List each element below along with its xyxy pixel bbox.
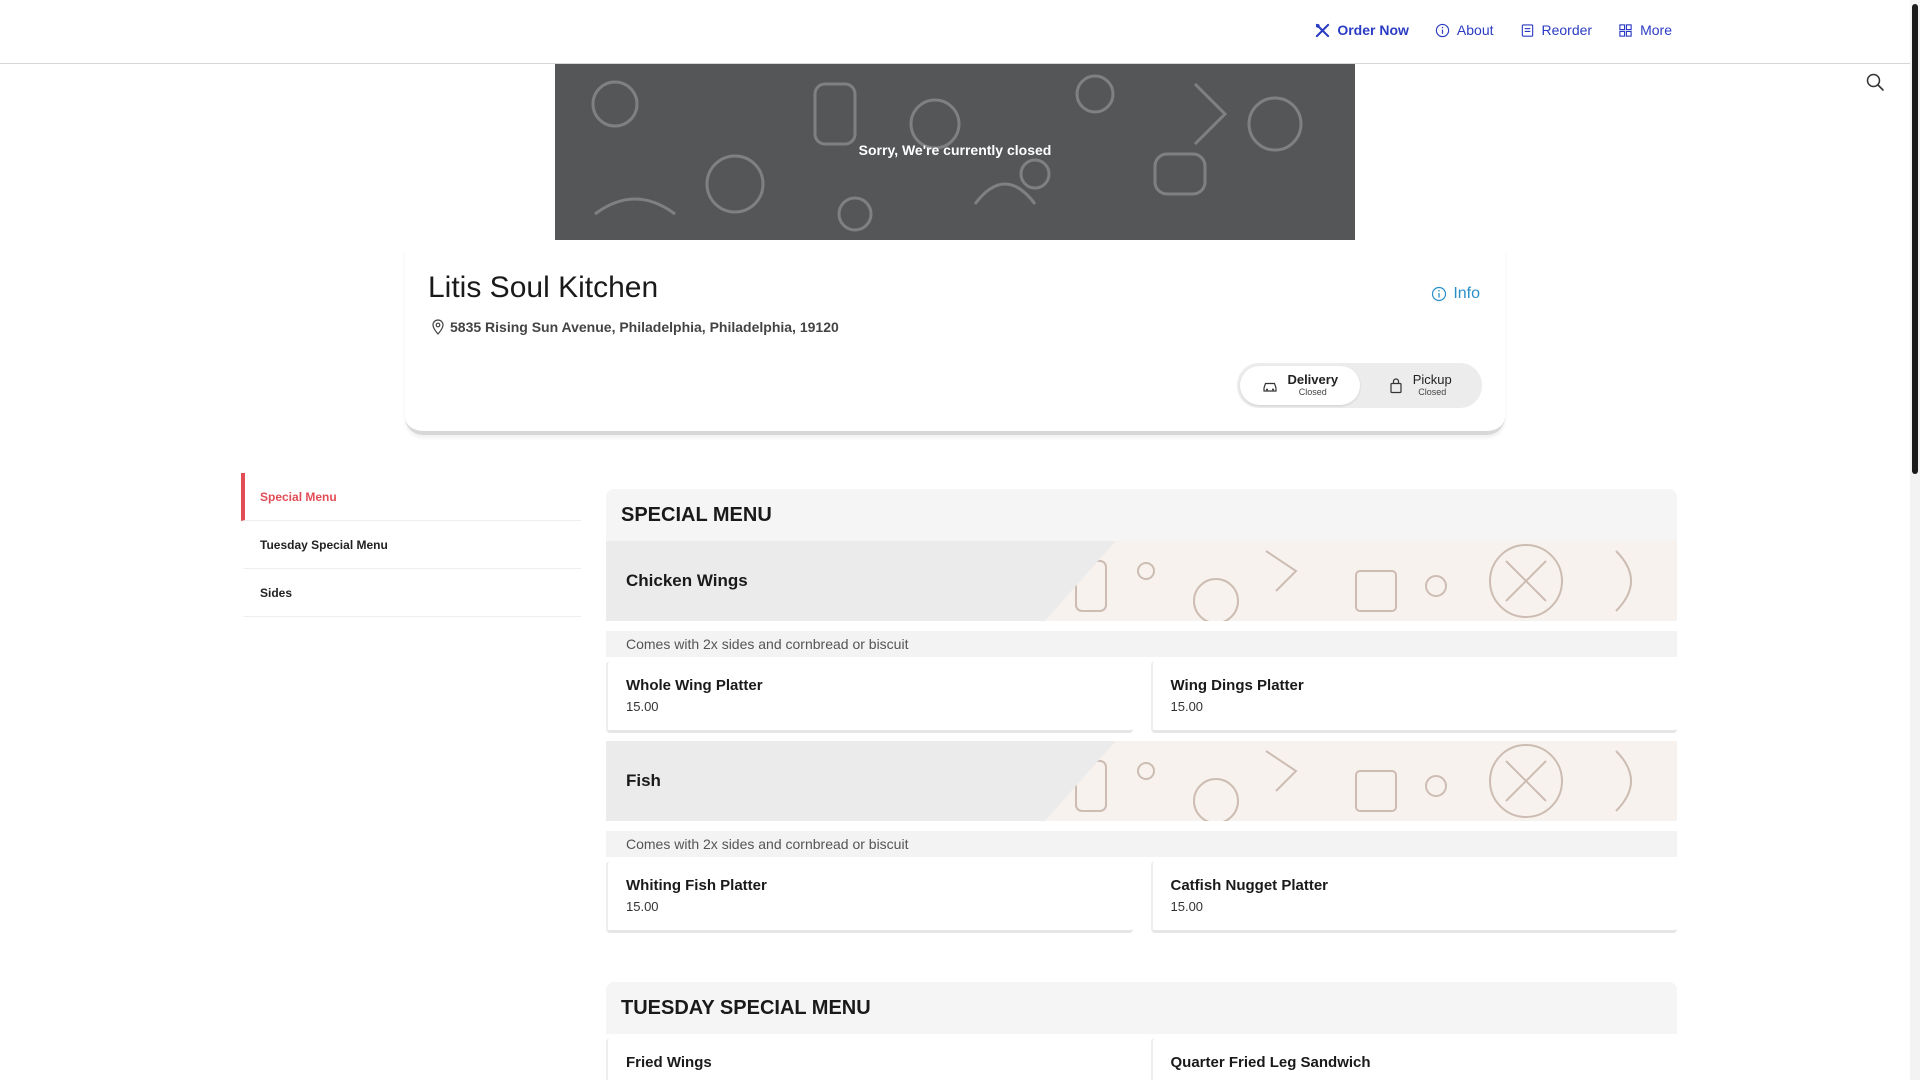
nav-reorder-label: Reorder <box>1541 22 1593 38</box>
nav-about[interactable]: About <box>1435 22 1494 38</box>
category-title-chicken-wings: Chicken Wings <box>606 541 1116 621</box>
pickup-option[interactable]: Pickup Closed <box>1360 366 1480 405</box>
item-price: 15.00 <box>1170 699 1204 714</box>
restaurant-address-text: 5835 Rising Sun Avenue, Philadelphia, Ph… <box>450 319 839 335</box>
sidebar-item-tuesday-special-menu[interactable]: Tuesday Special Menu <box>241 521 581 569</box>
item-name: Wing Dings Platter <box>1170 677 1304 694</box>
pickup-status: Closed <box>1418 386 1447 397</box>
category-header-chicken-wings: Chicken Wings <box>606 541 1677 621</box>
scrollbar-thumb[interactable] <box>1912 4 1918 474</box>
delivery-status: Closed <box>1298 386 1327 397</box>
category-description-fish: Comes with 2x sides and cornbread or bis… <box>606 831 1677 857</box>
item-name: Whole Wing Platter <box>626 677 763 694</box>
nav-order-now[interactable]: Order Now <box>1315 22 1409 38</box>
section-title-tuesday-special-menu: TUESDAY SPECIAL MENU <box>606 982 1677 1034</box>
top-navbar: Order Now About Reorder More <box>0 0 1910 64</box>
category-description-chicken-wings: Comes with 2x sides and cornbread or bis… <box>606 631 1677 657</box>
closed-message: Sorry, We're currently closed <box>858 142 1052 158</box>
page-scrollbar[interactable] <box>1910 0 1920 1080</box>
search-button[interactable] <box>1865 72 1885 92</box>
receipt-icon <box>1521 23 1533 37</box>
info-icon <box>1435 23 1450 37</box>
category-header-fish: Fish <box>606 741 1677 821</box>
delivery-text: Delivery Closed <box>1287 373 1338 397</box>
restaurant-name: Litis Soul Kitchen <box>428 271 659 304</box>
utensils-icon <box>1316 23 1330 37</box>
restaurant-info-card: Litis Soul Kitchen 5835 Rising Sun Avenu… <box>405 248 1505 435</box>
item-name: Whiting Fish Platter <box>626 877 767 894</box>
order-mode-toggle: Delivery Closed Pickup Closed <box>1237 363 1482 408</box>
menu-item-card[interactable]: Wing Dings Platter 15.00 <box>1150 661 1677 733</box>
menu-item-card[interactable]: Whiting Fish Platter 15.00 <box>606 861 1133 933</box>
item-name: Catfish Nugget Platter <box>1170 877 1329 894</box>
nav-links: Order Now About Reorder More <box>1315 22 1672 38</box>
pickup-text: Pickup Closed <box>1413 373 1452 397</box>
delivery-option[interactable]: Delivery Closed <box>1240 366 1360 405</box>
items-row-tuesday: Fried Wings Quarter Fried Leg Sandwich <box>606 1038 1677 1080</box>
shopping-bag-icon <box>1390 377 1402 393</box>
category-title-fish: Fish <box>606 741 1116 821</box>
item-price: 15.00 <box>626 899 659 914</box>
car-icon <box>1263 382 1278 392</box>
category-sidebar: Special Menu Tuesday Special Menu Sides <box>241 473 581 617</box>
menu-item-card[interactable]: Whole Wing Platter 15.00 <box>606 661 1133 733</box>
info-icon <box>1432 286 1447 302</box>
menu-item-card[interactable]: Fried Wings <box>606 1038 1133 1080</box>
food-doodle-pattern <box>1075 744 1632 821</box>
item-name: Quarter Fried Leg Sandwich <box>1170 1054 1371 1071</box>
nav-about-label: About <box>1456 22 1494 38</box>
sidebar-item-special-menu[interactable]: Special Menu <box>241 473 581 521</box>
location-pin-icon <box>432 319 444 335</box>
item-price: 15.00 <box>626 699 659 714</box>
closed-banner: Sorry, We're currently closed <box>555 64 1355 240</box>
search-icon <box>1866 73 1884 91</box>
items-row-fish: Whiting Fish Platter 15.00 Catfish Nugge… <box>606 861 1677 933</box>
nav-more[interactable]: More <box>1618 22 1672 38</box>
menu-item-card[interactable]: Quarter Fried Leg Sandwich <box>1150 1038 1678 1080</box>
items-row-chicken-wings: Whole Wing Platter 15.00 Wing Dings Plat… <box>606 661 1677 733</box>
restaurant-address: 5835 Rising Sun Avenue, Philadelphia, Ph… <box>430 319 839 335</box>
delivery-label: Delivery <box>1287 372 1339 388</box>
item-price: 15.00 <box>1170 899 1204 914</box>
section-title-special-menu: SPECIAL MENU <box>606 489 1677 541</box>
nav-order-now-label: Order Now <box>1337 22 1409 38</box>
info-link-label: Info <box>1453 285 1480 302</box>
menu-list: SPECIAL MENU Chicken Wings Comes with 2x… <box>606 489 1677 941</box>
info-link[interactable]: Info <box>1431 285 1480 303</box>
menu-item-card[interactable]: Catfish Nugget Platter 15.00 <box>1150 861 1677 933</box>
food-doodle-pattern <box>1075 544 1632 621</box>
nav-more-label: More <box>1640 22 1672 38</box>
pickup-label: Pickup <box>1412 372 1452 388</box>
nav-reorder[interactable]: Reorder <box>1520 22 1593 38</box>
tuesday-special-section: TUESDAY SPECIAL MENU Fried Wings Quarter… <box>606 982 1677 1080</box>
grid-icon <box>1619 23 1632 37</box>
sidebar-item-sides[interactable]: Sides <box>241 569 581 617</box>
item-name: Fried Wings <box>626 1054 712 1071</box>
